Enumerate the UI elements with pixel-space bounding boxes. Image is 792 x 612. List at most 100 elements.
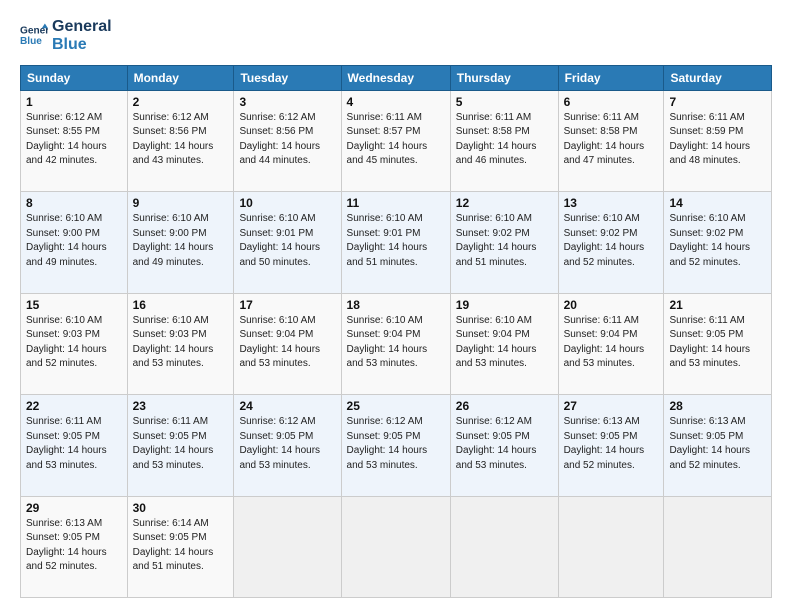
calendar-cell: 19Sunrise: 6:10 AMSunset: 9:04 PMDayligh…: [450, 293, 558, 394]
day-number: 13: [564, 196, 659, 210]
header-day: Sunday: [21, 65, 128, 90]
header-day: Friday: [558, 65, 664, 90]
day-info: Sunrise: 6:14 AMSunset: 9:05 PMDaylight:…: [133, 517, 229, 575]
top-bar: General Blue General Blue: [20, 18, 772, 55]
calendar-week: 1 Sunrise: 6:12 AMSunset: 8:55 PMDaylight…: [21, 90, 772, 191]
day-number: 26: [456, 399, 553, 413]
day-info: Sunrise: 6:12 AMSunset: 8:55 PMDaylight:…: [26, 111, 122, 169]
day-number: 1: [26, 95, 122, 109]
day-info: Sunrise: 6:10 AMSunset: 9:03 PMDaylight:…: [133, 314, 229, 372]
day-number: 12: [456, 196, 553, 210]
logo-line2: Blue: [52, 36, 112, 54]
day-number: 25: [347, 399, 445, 413]
day-number: 24: [239, 399, 335, 413]
day-number: 29: [26, 501, 122, 515]
calendar-cell: [664, 496, 772, 597]
day-number: 7: [669, 95, 766, 109]
day-info: Sunrise: 6:10 AMSunset: 9:03 PMDaylight:…: [26, 314, 122, 372]
calendar-week: 29 Sunrise: 6:13 AMSunset: 9:05 PMDayligh…: [21, 496, 772, 597]
calendar-cell: 24Sunrise: 6:12 AMSunset: 9:05 PMDayligh…: [234, 395, 341, 496]
calendar-cell: 6Sunrise: 6:11 AMSunset: 8:58 PMDaylight…: [558, 90, 664, 191]
day-number: 22: [26, 399, 122, 413]
day-number: 2: [133, 95, 229, 109]
day-number: 8: [26, 196, 122, 210]
day-info: Sunrise: 6:10 AMSunset: 9:02 PMDaylight:…: [456, 212, 553, 270]
calendar-cell: [341, 496, 450, 597]
day-number: 11: [347, 196, 445, 210]
day-info: Sunrise: 6:11 AMSunset: 9:05 PMDaylight:…: [133, 415, 229, 473]
calendar-cell: 29 Sunrise: 6:13 AMSunset: 9:05 PMDayligh…: [21, 496, 128, 597]
day-number: 4: [347, 95, 445, 109]
calendar-week: 8 Sunrise: 6:10 AMSunset: 9:00 PMDaylight…: [21, 192, 772, 293]
calendar-cell: 22 Sunrise: 6:11 AMSunset: 9:05 PMDayligh…: [21, 395, 128, 496]
header-day: Saturday: [664, 65, 772, 90]
calendar-cell: 1 Sunrise: 6:12 AMSunset: 8:55 PMDaylight…: [21, 90, 128, 191]
header-day: Thursday: [450, 65, 558, 90]
calendar-cell: [234, 496, 341, 597]
header-day: Wednesday: [341, 65, 450, 90]
calendar-cell: 14 Sunrise: 6:10 AMSunset: 9:02 PMDayligh…: [664, 192, 772, 293]
day-info: Sunrise: 6:12 AMSunset: 9:05 PMDaylight:…: [347, 415, 445, 473]
day-info: Sunrise: 6:13 AMSunset: 9:05 PMDaylight:…: [669, 415, 766, 473]
day-number: 18: [347, 298, 445, 312]
calendar-cell: 20Sunrise: 6:11 AMSunset: 9:04 PMDayligh…: [558, 293, 664, 394]
header-day: Monday: [127, 65, 234, 90]
calendar-cell: 2 Sunrise: 6:12 AMSunset: 8:56 PMDaylight…: [127, 90, 234, 191]
calendar-week: 22 Sunrise: 6:11 AMSunset: 9:05 PMDayligh…: [21, 395, 772, 496]
day-number: 21: [669, 298, 766, 312]
day-info: Sunrise: 6:10 AMSunset: 9:02 PMDaylight:…: [669, 212, 766, 270]
day-number: 17: [239, 298, 335, 312]
calendar-cell: 15Sunrise: 6:10 AMSunset: 9:03 PMDayligh…: [21, 293, 128, 394]
day-number: 23: [133, 399, 229, 413]
day-info: Sunrise: 6:13 AMSunset: 9:05 PMDaylight:…: [564, 415, 659, 473]
day-info: Sunrise: 6:10 AMSunset: 9:01 PMDaylight:…: [239, 212, 335, 270]
calendar-cell: 11 Sunrise: 6:10 AMSunset: 9:01 PMDayligh…: [341, 192, 450, 293]
calendar-cell: 17 Sunrise: 6:10 AMSunset: 9:04 PMDayligh…: [234, 293, 341, 394]
day-number: 14: [669, 196, 766, 210]
day-number: 16: [133, 298, 229, 312]
day-info: Sunrise: 6:11 AMSunset: 9:05 PMDaylight:…: [26, 415, 122, 473]
day-number: 28: [669, 399, 766, 413]
day-number: 30: [133, 501, 229, 515]
calendar-cell: 21 Sunrise: 6:11 AMSunset: 9:05 PMDayligh…: [664, 293, 772, 394]
day-info: Sunrise: 6:11 AMSunset: 8:57 PMDaylight:…: [347, 111, 445, 169]
day-info: Sunrise: 6:10 AMSunset: 9:04 PMDaylight:…: [456, 314, 553, 372]
calendar-cell: 26 Sunrise: 6:12 AMSunset: 9:05 PMDayligh…: [450, 395, 558, 496]
calendar-cell: 5 Sunrise: 6:11 AMSunset: 8:58 PMDaylight…: [450, 90, 558, 191]
logo-icon: General Blue: [20, 22, 48, 50]
day-info: Sunrise: 6:11 AMSunset: 8:58 PMDaylight:…: [564, 111, 659, 169]
calendar-cell: 30 Sunrise: 6:14 AMSunset: 9:05 PMDayligh…: [127, 496, 234, 597]
calendar-cell: 27 Sunrise: 6:13 AMSunset: 9:05 PMDayligh…: [558, 395, 664, 496]
header-row: SundayMondayTuesdayWednesdayThursdayFrid…: [21, 65, 772, 90]
calendar-cell: 4 Sunrise: 6:11 AMSunset: 8:57 PMDaylight…: [341, 90, 450, 191]
day-info: Sunrise: 6:10 AMSunset: 9:00 PMDaylight:…: [133, 212, 229, 270]
calendar-table: SundayMondayTuesdayWednesdayThursdayFrid…: [20, 65, 772, 598]
day-info: Sunrise: 6:12 AMSunset: 8:56 PMDaylight:…: [239, 111, 335, 169]
calendar-cell: 7Sunrise: 6:11 AMSunset: 8:59 PMDaylight…: [664, 90, 772, 191]
day-info: Sunrise: 6:10 AMSunset: 9:01 PMDaylight:…: [347, 212, 445, 270]
day-number: 9: [133, 196, 229, 210]
calendar-cell: 25 Sunrise: 6:12 AMSunset: 9:05 PMDayligh…: [341, 395, 450, 496]
day-number: 5: [456, 95, 553, 109]
calendar-cell: 10 Sunrise: 6:10 AMSunset: 9:01 PMDayligh…: [234, 192, 341, 293]
calendar-cell: [450, 496, 558, 597]
calendar-cell: 16 Sunrise: 6:10 AMSunset: 9:03 PMDayligh…: [127, 293, 234, 394]
day-info: Sunrise: 6:13 AMSunset: 9:05 PMDaylight:…: [26, 517, 122, 575]
day-info: Sunrise: 6:12 AMSunset: 9:05 PMDaylight:…: [456, 415, 553, 473]
day-info: Sunrise: 6:12 AMSunset: 8:56 PMDaylight:…: [133, 111, 229, 169]
day-number: 27: [564, 399, 659, 413]
day-info: Sunrise: 6:10 AMSunset: 9:04 PMDaylight:…: [239, 314, 335, 372]
calendar-cell: 9 Sunrise: 6:10 AMSunset: 9:00 PMDaylight…: [127, 192, 234, 293]
day-info: Sunrise: 6:10 AMSunset: 9:02 PMDaylight:…: [564, 212, 659, 270]
page: General Blue General Blue SundayMondayTu…: [0, 0, 792, 612]
day-info: Sunrise: 6:10 AMSunset: 9:04 PMDaylight:…: [347, 314, 445, 372]
calendar-cell: 18 Sunrise: 6:10 AMSunset: 9:04 PMDayligh…: [341, 293, 450, 394]
logo-line1: General: [52, 18, 112, 36]
day-info: Sunrise: 6:11 AMSunset: 9:05 PMDaylight:…: [669, 314, 766, 372]
day-info: Sunrise: 6:11 AMSunset: 9:04 PMDaylight:…: [564, 314, 659, 372]
calendar-cell: 28 Sunrise: 6:13 AMSunset: 9:05 PMDayligh…: [664, 395, 772, 496]
day-number: 10: [239, 196, 335, 210]
day-info: Sunrise: 6:10 AMSunset: 9:00 PMDaylight:…: [26, 212, 122, 270]
header-day: Tuesday: [234, 65, 341, 90]
day-info: Sunrise: 6:11 AMSunset: 8:58 PMDaylight:…: [456, 111, 553, 169]
